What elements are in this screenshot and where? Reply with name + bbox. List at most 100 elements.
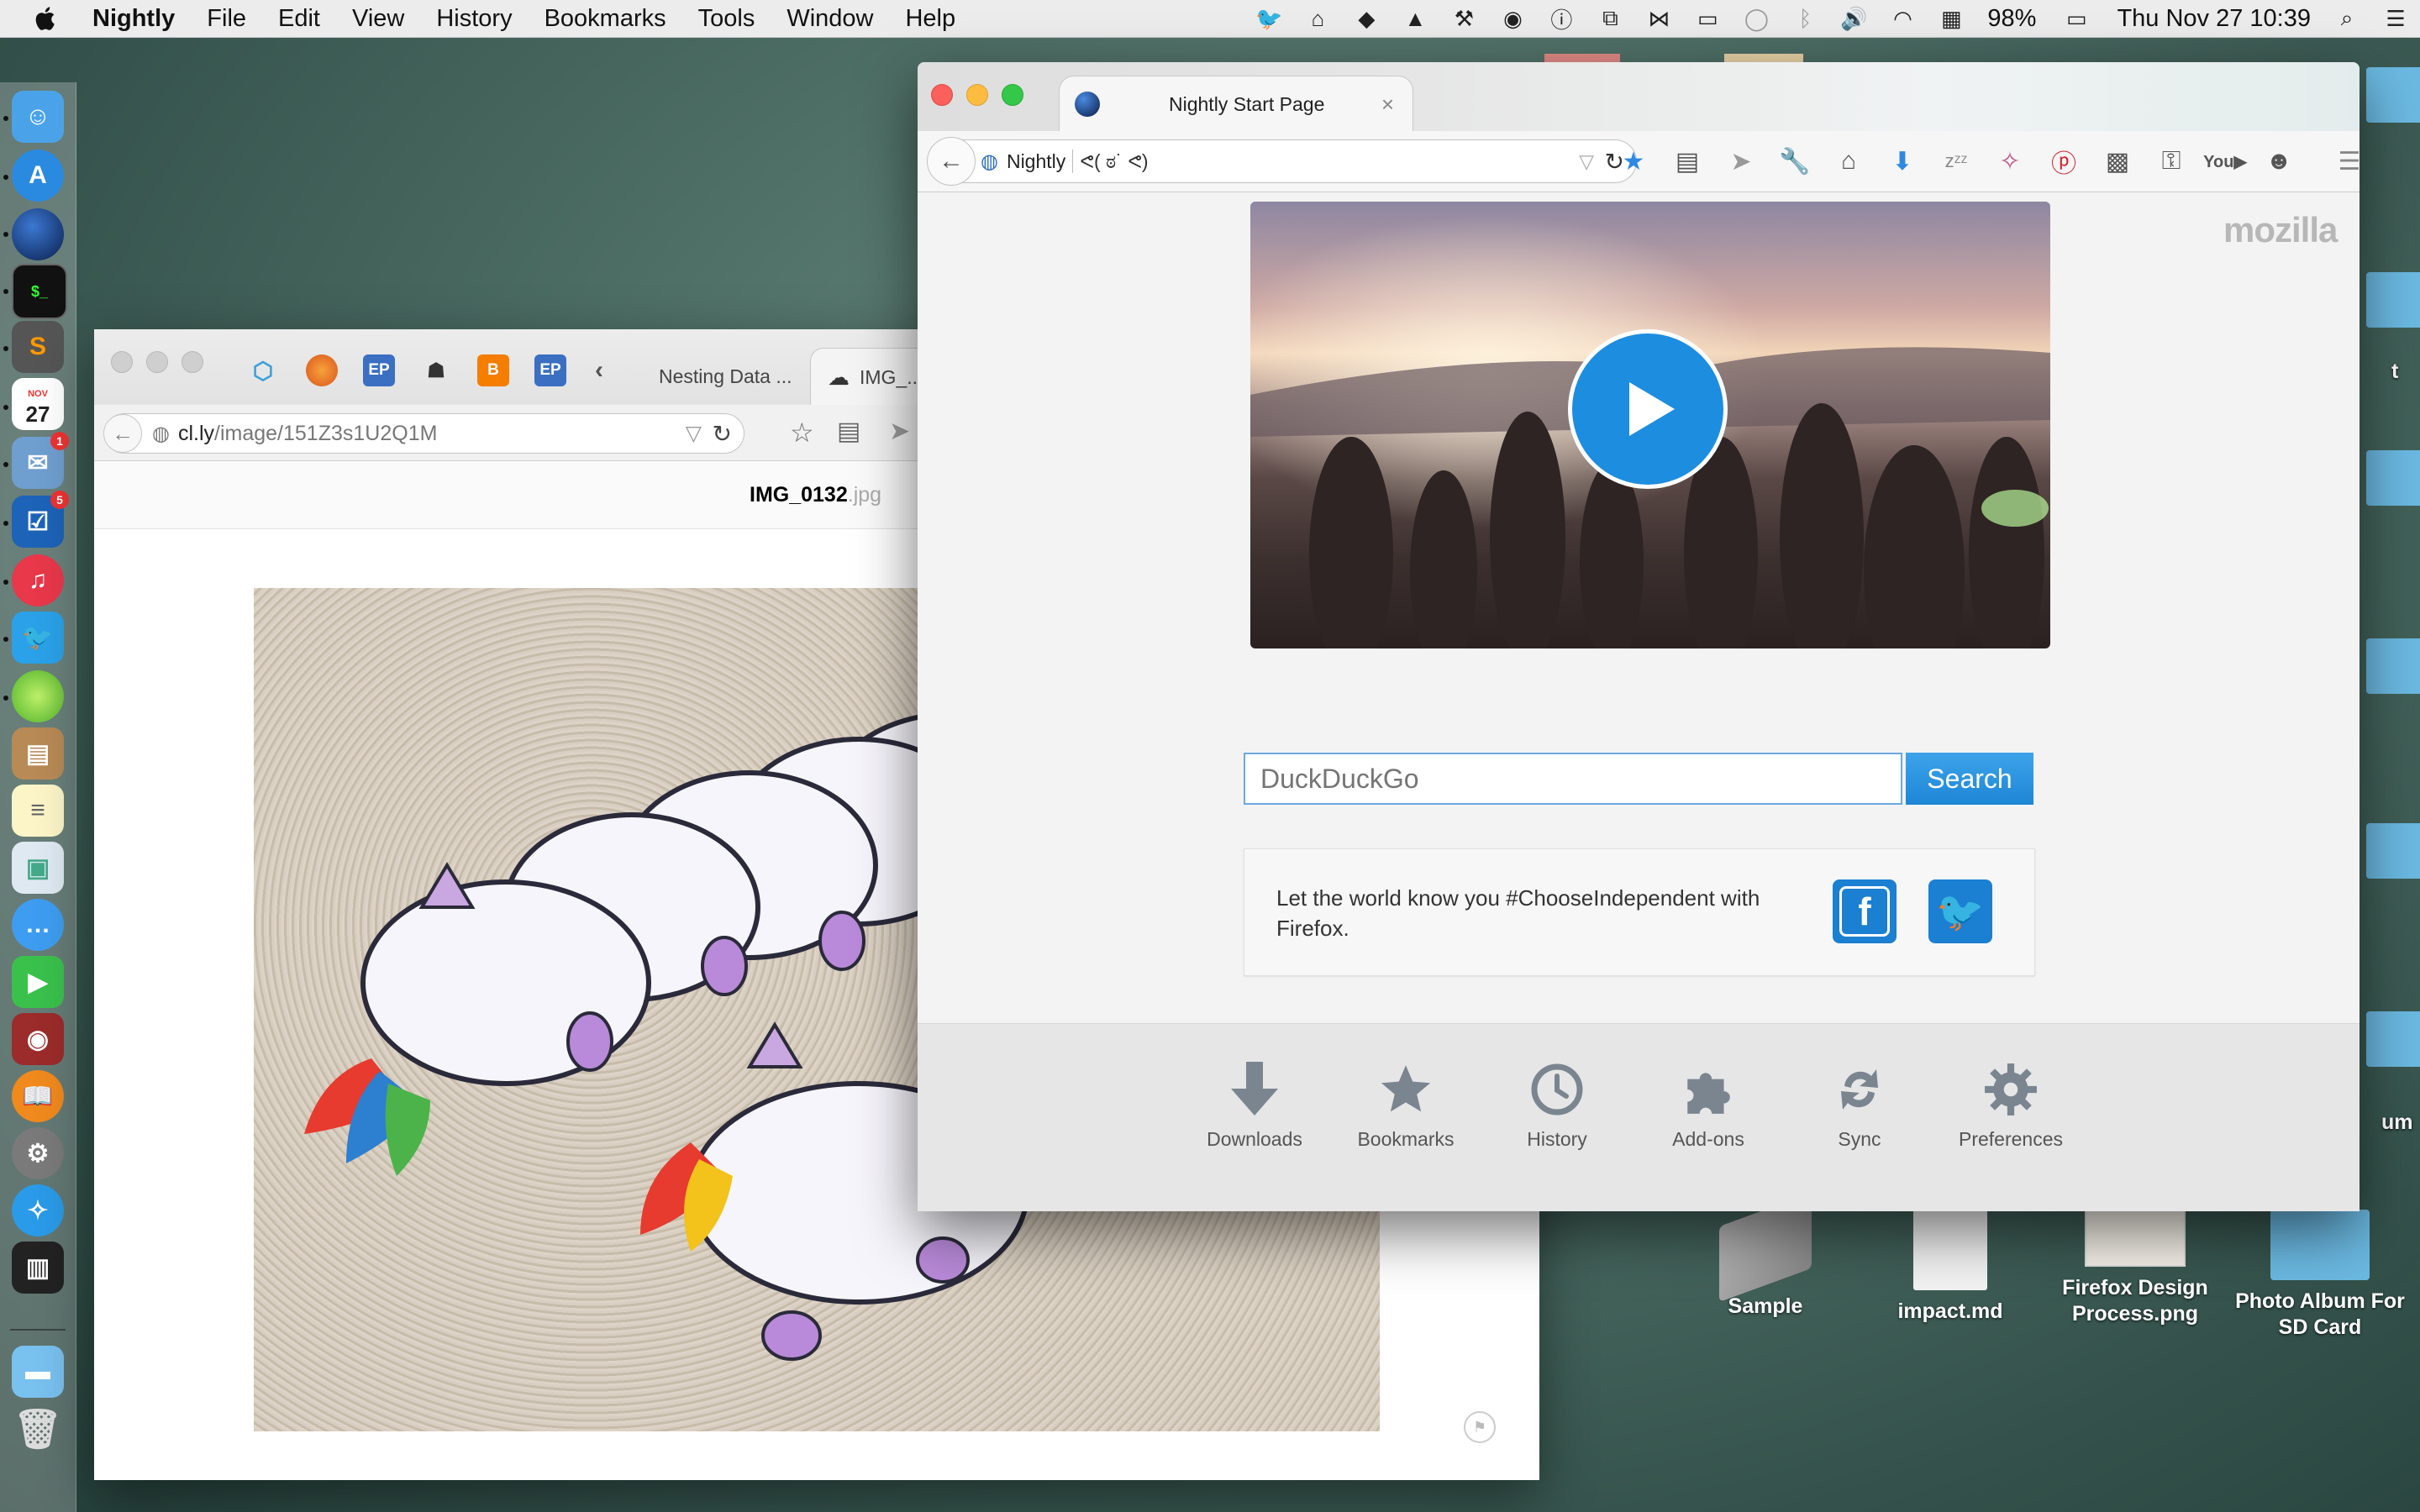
edge-folder-icon[interactable] (2366, 638, 2420, 694)
minimize-button[interactable] (146, 351, 168, 373)
battery-icon[interactable]: ▭ (2058, 6, 2095, 31)
downloads-arrow-icon[interactable]: ⬇ (1876, 147, 1929, 176)
launcher-addons[interactable]: Add-ons (1637, 1024, 1780, 1151)
tasks-icon[interactable]: ☑ 5 (12, 491, 69, 548)
maximize-button[interactable] (182, 351, 203, 373)
app-tab-ep-icon[interactable]: EP (363, 354, 395, 386)
app-menu[interactable]: Nightly (92, 5, 175, 33)
send-icon[interactable]: ➤ (889, 417, 910, 446)
app-tab-blogger-icon[interactable]: B (477, 354, 509, 386)
limechat-icon[interactable] (12, 670, 64, 722)
photo-booth-icon[interactable]: ◉ (12, 1013, 64, 1065)
edge-folder-icon[interactable] (2366, 1011, 2420, 1067)
clock[interactable]: Thu Nov 27 10:39 (2117, 5, 2311, 33)
app-tab-cube-icon[interactable]: ⬡ (247, 354, 279, 386)
overflow-menu-icon[interactable]: ☰ (2323, 147, 2360, 176)
tab-scroll-left-icon[interactable]: ‹ (583, 354, 615, 386)
edge-folder-icon[interactable] (2366, 823, 2420, 879)
desktop-item-impact-md[interactable]: impact.md (1854, 1210, 2047, 1325)
tab-nightly-start-page[interactable]: Nightly Start Page × (1059, 76, 1413, 132)
spotlight-icon[interactable]: ⌕ (2333, 5, 2361, 31)
twitter-tray-icon[interactable]: 🐦 (1255, 6, 1283, 31)
mozilla-logo[interactable]: mozilla (2223, 210, 2338, 250)
dropdown-arrow-icon[interactable]: ▽ (686, 421, 702, 446)
system-preferences-icon[interactable]: ⚙ (12, 1127, 64, 1179)
wrench-icon[interactable]: 🔧 (1768, 147, 1822, 176)
notebook-icon[interactable]: ▤ (12, 727, 64, 780)
terminal-icon[interactable]: $_ (12, 264, 67, 319)
messages-tray-icon[interactable]: ◯ (1742, 6, 1770, 31)
desktop-item-firefox-design-process[interactable]: Firefox Design Process.png (2039, 1210, 2232, 1327)
home-tray-icon[interactable]: ⌂ (1303, 6, 1332, 31)
reload-icon[interactable]: ↻ (713, 420, 732, 448)
menu-bookmarks[interactable]: Bookmarks (544, 5, 666, 33)
owl-tray-icon[interactable]: ◉ (1498, 6, 1527, 31)
launcher-preferences[interactable]: Preferences (1939, 1024, 2082, 1151)
close-tab-icon[interactable]: × (1381, 92, 1394, 118)
skyline-app-icon[interactable]: ▥ (12, 1242, 64, 1294)
dropdown-arrow-icon[interactable]: ▽ (1579, 150, 1594, 173)
music-icon[interactable]: ♫ (12, 554, 64, 606)
menu-file[interactable]: File (207, 5, 246, 33)
bookmark-star-icon[interactable]: ★ (1607, 147, 1660, 176)
app-store-icon[interactable]: A (12, 150, 64, 202)
launcher-downloads[interactable]: Downloads (1183, 1024, 1326, 1151)
menu-history[interactable]: History (436, 5, 512, 33)
app-tab-robot-icon[interactable]: ☗ (420, 354, 452, 386)
edge-folder-icon[interactable] (2366, 450, 2420, 506)
nightly-icon[interactable] (12, 208, 64, 260)
apple-menu-icon[interactable] (32, 4, 60, 33)
app-tab-ep-icon[interactable]: EP (534, 354, 566, 386)
bowtie-tray-icon[interactable]: ⋈ (1644, 6, 1673, 31)
url-bar[interactable]: ← ◍ cl.ly/image/151Z3s1U2Q1M ▽ ↻ (103, 413, 744, 454)
menu-view[interactable]: View (352, 5, 404, 33)
menu-edit[interactable]: Edit (278, 5, 320, 33)
minimize-button[interactable] (966, 84, 988, 106)
trash-icon[interactable]: 🗑 (12, 1403, 64, 1455)
calendar-tray-icon[interactable]: ▦ (1937, 6, 1965, 31)
messages-icon[interactable]: … (12, 899, 64, 951)
mail-icon[interactable]: ✉ 1 (12, 432, 69, 489)
back-arrow-icon[interactable]: ← (103, 414, 142, 453)
notification-center-icon[interactable]: ☰ (2381, 6, 2410, 31)
calendar-icon[interactable]: NOV 27 (12, 378, 64, 430)
bluetooth-tray-icon[interactable]: ᛒ (1791, 6, 1819, 31)
launcher-bookmarks[interactable]: Bookmarks (1334, 1024, 1477, 1151)
url-bar[interactable]: ← ◍ Nightly ᕙ( ಠ˙ ᕙ) ▽ ↻ (927, 137, 1637, 186)
facebook-share-button[interactable]: f (1833, 879, 1897, 943)
dropbox-tray-icon[interactable]: ◆ (1352, 6, 1381, 31)
window-tray-icon[interactable]: ⧉ (1596, 5, 1624, 31)
start-page-video[interactable] (1250, 202, 2050, 648)
sublime-icon[interactable]: S (12, 321, 64, 373)
flag-icon[interactable]: ⚑ (1464, 1411, 1496, 1443)
safari-icon[interactable]: ✧ (12, 1184, 64, 1236)
menu-window[interactable]: Window (786, 5, 873, 33)
reading-list-icon[interactable]: ▤ (837, 417, 860, 446)
youtube-icon[interactable]: You▶ (2198, 151, 2252, 172)
info-tray-icon[interactable]: ⓘ (1547, 6, 1576, 33)
desktop-item-photo-album[interactable]: Photo Album For SD Card (2223, 1210, 2417, 1341)
close-button[interactable] (931, 84, 953, 106)
wifi-tray-icon[interactable]: ◠ (1888, 6, 1917, 31)
finder-icon[interactable]: ☺ (12, 91, 64, 143)
battery-percent[interactable]: 98% (1987, 5, 2036, 33)
ibooks-icon[interactable]: 📖 (12, 1070, 64, 1122)
search-input[interactable] (1244, 753, 1902, 805)
hammer-tray-icon[interactable]: ⚒ (1449, 6, 1478, 31)
notes-icon[interactable]: ≡ (12, 785, 64, 837)
volume-tray-icon[interactable]: 🔊 (1839, 6, 1868, 31)
reading-list-icon[interactable]: ▤ (1660, 147, 1714, 176)
desktop-item-sample[interactable]: Sample (1669, 1192, 1862, 1320)
send-icon[interactable]: ➤ (1714, 147, 1768, 176)
unicorn-addon-icon[interactable]: ✧ (1983, 147, 2037, 176)
menu-tools[interactable]: Tools (698, 5, 755, 33)
edge-folder-icon[interactable] (2366, 67, 2420, 123)
key-icon[interactable]: ⚿ (2144, 147, 2198, 176)
preview-icon[interactable]: ▣ (12, 842, 64, 894)
twitter-icon[interactable]: 🐦 (12, 612, 64, 664)
qr-code-icon[interactable]: ▩ (2091, 147, 2144, 176)
facetime-icon[interactable]: ▶ (12, 956, 64, 1008)
close-button[interactable] (111, 351, 133, 373)
back-arrow-icon[interactable]: ← (927, 137, 976, 186)
maximize-button[interactable] (1002, 84, 1023, 106)
